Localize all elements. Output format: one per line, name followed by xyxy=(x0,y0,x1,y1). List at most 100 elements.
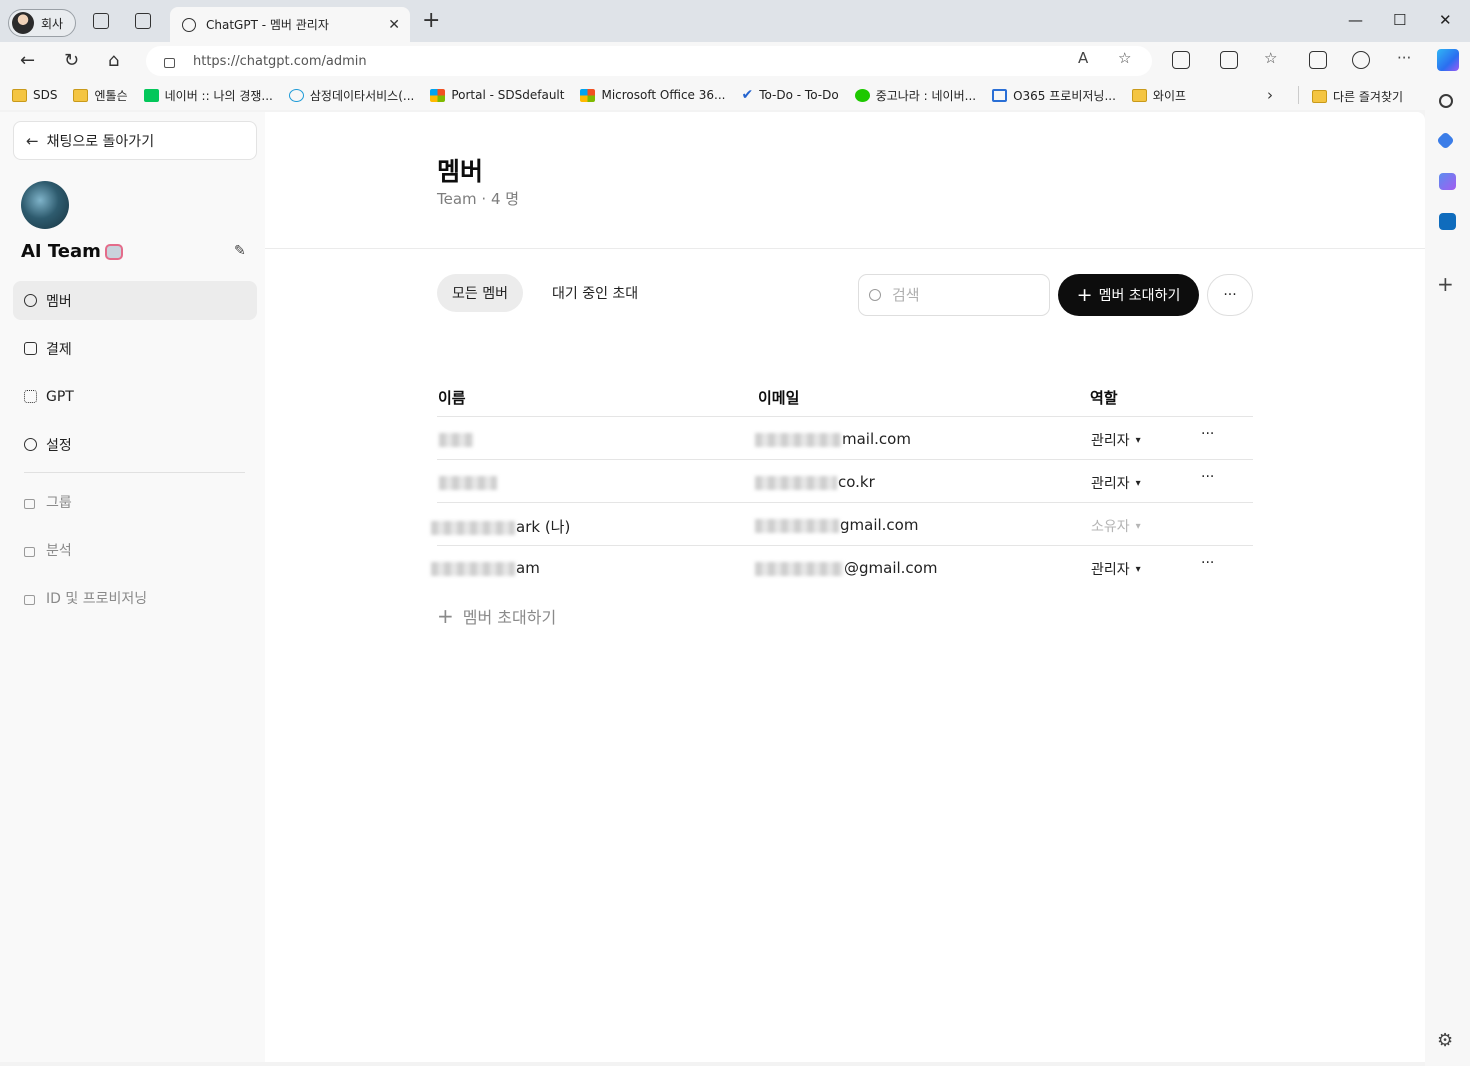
extensions-icon[interactable] xyxy=(1172,51,1190,69)
tab-actions-icon[interactable] xyxy=(135,13,151,29)
bookmark-naver[interactable]: 네이버 :: 나의 경쟁... xyxy=(143,87,273,104)
favorite-star-icon[interactable]: ☆ xyxy=(1118,49,1131,67)
settings-more-icon[interactable]: ··· xyxy=(1397,49,1411,67)
search-icon[interactable] xyxy=(1439,94,1453,108)
sidebar-item-label: GPT xyxy=(46,388,74,405)
collections-icon[interactable] xyxy=(1309,51,1327,69)
row-more-button[interactable]: ··· xyxy=(1201,426,1214,442)
search-icon xyxy=(869,289,881,301)
bookmark-wife[interactable]: 와이프 xyxy=(1131,87,1186,104)
redacted-email xyxy=(755,475,837,490)
sidebar-divider xyxy=(24,472,245,473)
minimize-button[interactable]: — xyxy=(1348,11,1363,29)
role-dropdown[interactable]: 관리자 ▾ xyxy=(1091,430,1141,450)
microsoft-icon xyxy=(430,88,446,102)
close-window-button[interactable]: ✕ xyxy=(1439,11,1452,29)
member-name xyxy=(439,430,474,448)
browser-essentials-icon[interactable] xyxy=(1352,51,1370,69)
row-more-button[interactable]: ··· xyxy=(1201,469,1214,485)
copilot-icon[interactable] xyxy=(1437,49,1459,71)
workspace-name-text: AI Team xyxy=(21,241,101,262)
split-screen-icon[interactable] xyxy=(1220,51,1238,69)
row-more-button[interactable]: ··· xyxy=(1201,555,1214,571)
lock-icon[interactable] xyxy=(164,58,175,68)
more-options-button[interactable]: ··· xyxy=(1207,274,1253,316)
tab-all-members[interactable]: 모든 멤버 xyxy=(437,274,523,312)
column-header-email: 이메일 xyxy=(758,389,800,407)
globe-icon xyxy=(288,88,304,102)
plus-icon: + xyxy=(1076,284,1093,306)
sidebar-item-identity[interactable]: ID 및 프로비저닝 xyxy=(13,578,257,617)
gear-icon[interactable]: ⚙ xyxy=(1437,1030,1453,1051)
read-aloud-icon[interactable]: A xyxy=(1078,49,1088,67)
tab-title: ChatGPT - 멤버 관리자 xyxy=(206,18,329,32)
member-email: @gmail.com xyxy=(755,559,937,577)
bookmark-office[interactable]: Microsoft Office 36... xyxy=(580,88,725,102)
search-input[interactable] xyxy=(892,286,1032,304)
outlook-icon[interactable] xyxy=(1439,213,1456,230)
home-icon[interactable]: ⌂ xyxy=(108,51,119,71)
workspaces-icon[interactable] xyxy=(93,13,109,29)
sidebar-item-analytics[interactable]: 분석 xyxy=(13,530,257,569)
users-icon xyxy=(24,294,37,307)
chevron-down-icon: ▾ xyxy=(1135,563,1141,575)
back-icon[interactable]: ← xyxy=(20,51,35,71)
reload-icon[interactable]: ↻ xyxy=(64,51,79,71)
new-tab-button[interactable]: + xyxy=(422,10,440,32)
column-header-role: 역할 xyxy=(1090,389,1118,407)
bookmark-portal[interactable]: Portal - SDSdefault xyxy=(430,88,564,102)
role-dropdown[interactable]: 관리자 ▾ xyxy=(1091,559,1141,579)
maximize-button[interactable]: ☐ xyxy=(1393,11,1406,29)
redacted-email xyxy=(755,518,839,533)
invite-member-button[interactable]: + 멤버 초대하기 xyxy=(1058,274,1199,316)
tab-chatgpt[interactable]: ChatGPT - 멤버 관리자 ✕ xyxy=(170,7,410,42)
sidebar-item-label: 결제 xyxy=(46,341,72,358)
sidebar-item-billing[interactable]: 결제 xyxy=(13,329,257,368)
url-text: https://chatgpt.com/admin xyxy=(193,53,367,69)
chatgpt-favicon-icon xyxy=(182,17,196,32)
back-to-chat-button[interactable]: ← 채팅으로 돌아가기 xyxy=(13,121,257,160)
profile-button[interactable]: 회사 xyxy=(8,9,76,37)
sidebar-item-gpt[interactable]: GPT xyxy=(13,377,257,416)
sidebar-item-label: 설정 xyxy=(46,437,72,454)
sidebar-item-settings[interactable]: 설정 xyxy=(13,425,257,464)
bookmark-samjung[interactable]: 삼정데이타서비스(... xyxy=(288,87,414,104)
bookmark-o365[interactable]: O365 프로비저닝... xyxy=(992,87,1116,104)
sidebar-item-members[interactable]: 멤버 xyxy=(13,281,257,320)
table-row: am @gmail.com 관리자 ▾ ··· xyxy=(431,546,1253,589)
chevron-down-icon: ▾ xyxy=(1135,520,1141,532)
sidebar-item-groups[interactable]: 그룹 xyxy=(13,482,257,521)
office-icon[interactable] xyxy=(1439,173,1456,190)
credit-card-icon xyxy=(24,342,37,355)
folder-icon xyxy=(73,88,89,102)
bookmark-other-favorites[interactable]: 다른 즐겨찾기 xyxy=(1312,88,1403,105)
folder-icon xyxy=(1131,88,1147,102)
address-bar[interactable]: https://chatgpt.com/admin xyxy=(146,46,1152,76)
column-header-name: 이름 xyxy=(438,389,466,407)
back-to-chat-label: 채팅으로 돌아가기 xyxy=(46,133,155,150)
sidebar-item-label: 멤버 xyxy=(46,293,72,310)
sidebar-item-label: 그룹 xyxy=(46,494,72,511)
close-tab-icon[interactable]: ✕ xyxy=(388,17,400,33)
chevron-down-icon: ▾ xyxy=(1135,434,1141,446)
bookmark-folder-2[interactable]: 엔톨슨 xyxy=(73,87,128,104)
microsoft-icon xyxy=(580,88,596,102)
bookmark-joonggonara[interactable]: 중고나라 : 네이버... xyxy=(854,87,976,104)
shopping-tag-icon[interactable] xyxy=(1436,131,1455,150)
favorites-icon[interactable]: ☆ xyxy=(1264,49,1277,67)
edit-pencil-icon[interactable]: ✎ xyxy=(234,243,246,259)
workspace-name: AI Team xyxy=(21,241,123,262)
member-search[interactable] xyxy=(858,274,1050,316)
plus-icon: + xyxy=(437,604,454,628)
role-dropdown[interactable]: 관리자 ▾ xyxy=(1091,473,1141,493)
robot-emoji-icon xyxy=(104,243,123,260)
bookmark-todo[interactable]: ✔ To-Do - To-Do xyxy=(741,87,838,103)
add-member-link[interactable]: + 멤버 초대하기 xyxy=(437,604,556,628)
add-sidebar-app-icon[interactable]: + xyxy=(1437,272,1454,296)
tab-pending-invites[interactable]: 대기 중인 초대 xyxy=(537,274,653,312)
edge-sidebar: + ⚙ xyxy=(1425,80,1470,1066)
o365-icon xyxy=(992,88,1008,102)
bookmark-sds[interactable]: SDS xyxy=(12,88,57,102)
chevron-right-icon[interactable]: › xyxy=(1267,86,1273,104)
todo-check-icon: ✔ xyxy=(741,87,754,103)
